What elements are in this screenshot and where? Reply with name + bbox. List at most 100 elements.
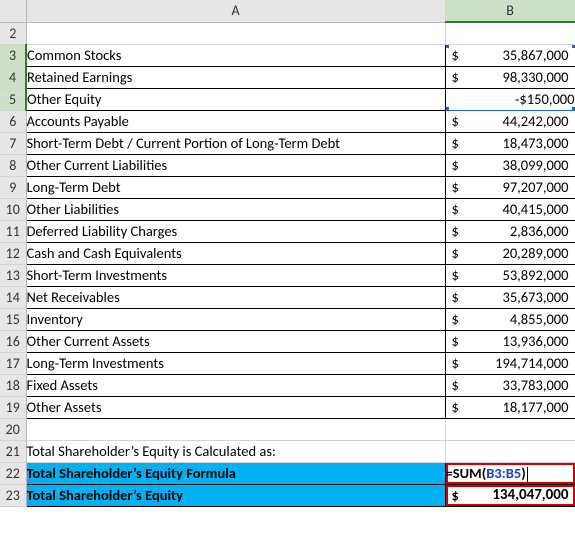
cell-value: 13,936,000: [446, 332, 575, 350]
cell-B7[interactable]: $18,473,000: [445, 132, 575, 154]
cell-value: 38,099,000: [446, 156, 575, 174]
cell-A19[interactable]: Other Assets: [26, 396, 445, 418]
row-header[interactable]: 16: [0, 330, 26, 352]
cell-value: -$150,000: [515, 90, 575, 108]
cell-B5[interactable]: -$150,000: [445, 88, 575, 110]
currency-symbol: $: [452, 354, 459, 372]
row-header[interactable]: 5: [0, 88, 26, 110]
cell-B18[interactable]: $33,783,000: [445, 374, 575, 396]
cell-value: 35,867,000: [446, 46, 575, 64]
cell-A10[interactable]: Other Liabilities: [26, 198, 445, 220]
cell-A4[interactable]: Retained Earnings: [26, 66, 445, 88]
cell-B17[interactable]: $194,714,000: [445, 352, 575, 374]
currency-symbol: $: [452, 332, 459, 350]
cell-A20[interactable]: [26, 418, 445, 440]
col-header-B[interactable]: B: [445, 0, 575, 22]
cell-value: 97,207,000: [446, 178, 575, 196]
row-header[interactable]: 7: [0, 132, 26, 154]
spreadsheet-grid[interactable]: A B 2 3 Common Stocks $ 35,867,000 4 Ret…: [0, 0, 575, 507]
row-header[interactable]: 19: [0, 396, 26, 418]
currency-symbol: $: [452, 288, 459, 306]
row-header[interactable]: 8: [0, 154, 26, 176]
cell-A16[interactable]: Other Current Assets: [26, 330, 445, 352]
row-header[interactable]: 20: [0, 418, 26, 440]
formula-range-ref: B3:B5: [486, 464, 521, 482]
cell-A8[interactable]: Other Current Liabilities: [26, 154, 445, 176]
row-header[interactable]: 18: [0, 374, 26, 396]
cell-A9[interactable]: Long-Term Debt: [26, 176, 445, 198]
row-header[interactable]: 23: [0, 484, 26, 506]
cell-B10[interactable]: $40,415,000: [445, 198, 575, 220]
cell-A17[interactable]: Long-Term Investments: [26, 352, 445, 374]
cell-A5[interactable]: Other Equity: [26, 88, 445, 110]
formula-suffix: ): [521, 464, 526, 482]
cell-B22-formula[interactable]: =SUM(B3:B5): [445, 462, 575, 484]
currency-symbol: $: [452, 134, 459, 152]
cell-A13[interactable]: Short-Term Investments: [26, 264, 445, 286]
cell-B4[interactable]: $ 98,330,000: [445, 66, 575, 88]
cell-A7[interactable]: Short-Term Debt / Current Portion of Lon…: [26, 132, 445, 154]
cell-B12[interactable]: $20,289,000: [445, 242, 575, 264]
row-header[interactable]: 3: [0, 44, 26, 66]
cell-A11[interactable]: Deferred Liability Charges: [26, 220, 445, 242]
cell-value: 18,177,000: [446, 398, 575, 416]
cell-B21[interactable]: [445, 440, 575, 462]
currency-symbol: $: [452, 486, 459, 504]
row-header[interactable]: 11: [0, 220, 26, 242]
cell-value: 35,673,000: [446, 288, 575, 306]
cell-B11[interactable]: $2,836,000: [445, 220, 575, 242]
currency-symbol: $: [452, 178, 459, 196]
cell-value: 134,047,000: [446, 486, 575, 504]
cell-B13[interactable]: $53,892,000: [445, 264, 575, 286]
cell-B19[interactable]: $18,177,000: [445, 396, 575, 418]
currency-symbol: $: [452, 398, 459, 416]
row-header[interactable]: 17: [0, 352, 26, 374]
cell-value: 20,289,000: [446, 244, 575, 262]
cell-A14[interactable]: Net Receivables: [26, 286, 445, 308]
cell-A6[interactable]: Accounts Payable: [26, 110, 445, 132]
row-header[interactable]: 2: [0, 22, 26, 44]
cell-value: 18,473,000: [446, 134, 575, 152]
cell-B15[interactable]: $4,855,000: [445, 308, 575, 330]
row-header[interactable]: 22: [0, 462, 26, 484]
cell-value: 53,892,000: [446, 266, 575, 284]
row-header[interactable]: 21: [0, 440, 26, 462]
cell-A22[interactable]: Total Shareholder’s Equity Formula: [26, 462, 445, 484]
cell-B23[interactable]: $ 134,047,000: [445, 484, 575, 506]
currency-symbol: $: [452, 200, 459, 218]
cell-B3[interactable]: $ 35,867,000: [445, 44, 575, 66]
row-header[interactable]: 12: [0, 242, 26, 264]
cell-B8[interactable]: $38,099,000: [445, 154, 575, 176]
cell-A12[interactable]: Cash and Cash Equivalents: [26, 242, 445, 264]
cell-value: 33,783,000: [446, 376, 575, 394]
currency-symbol: $: [452, 156, 459, 174]
cell-A15[interactable]: Inventory: [26, 308, 445, 330]
currency-symbol: $: [452, 46, 459, 64]
select-all-corner[interactable]: [0, 0, 26, 22]
col-header-A[interactable]: A: [26, 0, 445, 22]
row-header[interactable]: 13: [0, 264, 26, 286]
cell-B14[interactable]: $35,673,000: [445, 286, 575, 308]
currency-symbol: $: [452, 376, 459, 394]
text-cursor: [527, 467, 528, 482]
cell-value: 98,330,000: [446, 68, 575, 86]
cell-B6[interactable]: $44,242,000: [445, 110, 575, 132]
row-header[interactable]: 15: [0, 308, 26, 330]
row-header[interactable]: 9: [0, 176, 26, 198]
currency-symbol: $: [452, 112, 459, 130]
cell-value: 4,855,000: [446, 310, 575, 328]
cell-A3[interactable]: Common Stocks: [26, 44, 445, 66]
cell-A21[interactable]: Total Shareholder’s Equity is Calculated…: [26, 440, 445, 462]
row-header[interactable]: 6: [0, 110, 26, 132]
cell-B20[interactable]: [445, 418, 575, 440]
currency-symbol: $: [452, 68, 459, 86]
cell-A2[interactable]: [26, 22, 445, 44]
row-header[interactable]: 4: [0, 66, 26, 88]
cell-A23[interactable]: Total Shareholder’s Equity: [26, 484, 445, 506]
row-header[interactable]: 14: [0, 286, 26, 308]
cell-B2[interactable]: [445, 22, 575, 44]
cell-B9[interactable]: $97,207,000: [445, 176, 575, 198]
cell-B16[interactable]: $13,936,000: [445, 330, 575, 352]
cell-A18[interactable]: Fixed Assets: [26, 374, 445, 396]
row-header[interactable]: 10: [0, 198, 26, 220]
